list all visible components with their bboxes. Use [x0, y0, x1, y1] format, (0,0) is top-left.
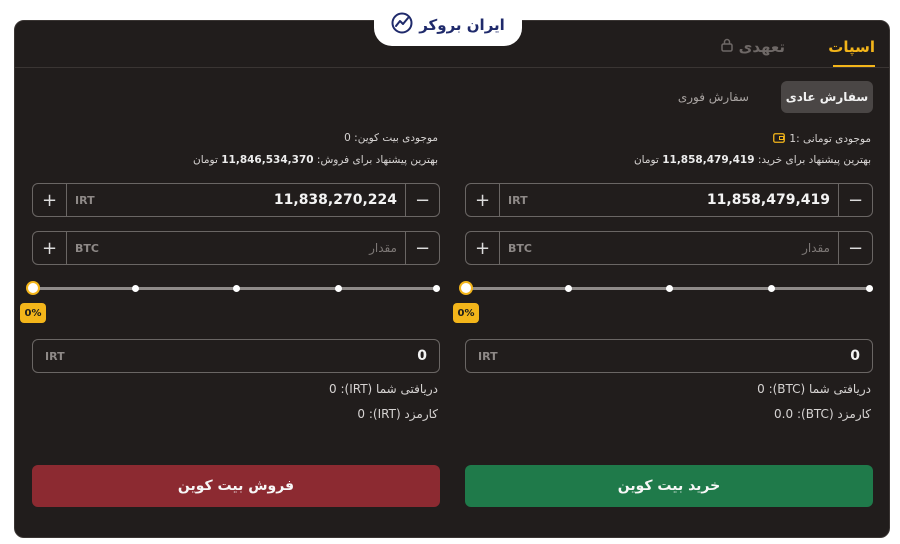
sell-amount-currency: BTC	[75, 241, 99, 255]
buy-slider-percent-badge: 0%	[453, 303, 479, 323]
buy-balance-label: موجودی تومانی :1	[789, 133, 871, 145]
buy-receive-text: دریافتی شما (BTC): 0	[757, 382, 871, 396]
sell-best-offer-value: 11,846,534,370	[221, 154, 314, 166]
sell-slider-step-25[interactable]	[132, 285, 139, 292]
tabs-divider	[15, 67, 889, 68]
sell-percent-slider[interactable]	[26, 278, 440, 298]
sell-slider-step-75[interactable]	[335, 285, 342, 292]
sell-slider-percent-badge: 0%	[20, 303, 46, 323]
buy-slider-step-100[interactable]	[866, 285, 873, 292]
sell-fee-text: کارمزد (IRT): 0	[357, 407, 438, 421]
order-type-instant-button[interactable]: سفارش فوری	[678, 90, 749, 104]
sell-amount-field: + BTC مقدار −	[32, 231, 440, 265]
sell-bitcoin-button[interactable]: فروش بیت کوین	[32, 465, 440, 507]
lock-icon	[720, 38, 733, 56]
buy-total-currency: IRT	[478, 349, 498, 363]
tab-margin[interactable]: تعهدی	[720, 38, 785, 56]
buy-amount-currency: BTC	[508, 241, 532, 255]
sell-price-increment-button[interactable]: +	[33, 184, 67, 216]
sell-amount-input[interactable]: مقدار	[107, 241, 405, 255]
buy-percent-slider[interactable]	[459, 278, 873, 298]
buy-best-offer: بهترین پیشنهاد برای خرید: 11,858,479,419…	[634, 154, 871, 166]
wallet-icon	[773, 132, 786, 146]
brand-name: ایران بروکر	[419, 16, 505, 34]
tab-margin-label: تعهدی	[738, 38, 785, 56]
buy-amount-decrement-button[interactable]: −	[838, 232, 872, 264]
sell-balance: موجودی بیت کوین: 0	[344, 132, 438, 144]
sell-price-currency: IRT	[75, 193, 95, 207]
sell-best-offer-label: بهترین پیشنهاد برای فروش:	[316, 154, 438, 166]
tab-spot[interactable]: اسپات	[828, 38, 875, 56]
buy-slider-step-50[interactable]	[666, 285, 673, 292]
buy-slider-step-75[interactable]	[768, 285, 775, 292]
buy-balance: موجودی تومانی :1	[773, 132, 871, 146]
buy-fee-text: کارمزد (BTC): 0.0	[774, 407, 871, 421]
sell-slider-thumb[interactable]	[26, 281, 40, 295]
trade-panel: اسپات تعهدی سفارش عادی سفارش فوری موجودی…	[14, 20, 890, 538]
sell-price-field: + IRT 11,838,270,224 −	[32, 183, 440, 217]
buy-slider-thumb[interactable]	[459, 281, 473, 295]
buy-amount-increment-button[interactable]: +	[466, 232, 500, 264]
buy-price-increment-button[interactable]: +	[466, 184, 500, 216]
sell-total-currency: IRT	[45, 349, 65, 363]
order-type-normal-button[interactable]: سفارش عادی	[781, 81, 873, 113]
buy-price-decrement-button[interactable]: −	[838, 184, 872, 216]
buy-price-field: + IRT 11,858,479,419 −	[465, 183, 873, 217]
buy-best-offer-unit: تومان	[633, 154, 659, 166]
buy-total-field[interactable]: IRT 0	[465, 339, 873, 373]
brand-logo[interactable]: ایران بروکر	[374, 4, 522, 46]
sell-best-offer-unit: تومان	[192, 154, 218, 166]
sell-slider-step-50[interactable]	[233, 285, 240, 292]
sell-slider-step-100[interactable]	[433, 285, 440, 292]
sell-price-input[interactable]: 11,838,270,224	[107, 192, 405, 208]
buy-slider-step-25[interactable]	[565, 285, 572, 292]
buy-total-value: 0	[850, 348, 860, 364]
sell-price-decrement-button[interactable]: −	[405, 184, 439, 216]
sell-total-value: 0	[417, 348, 427, 364]
buy-amount-input[interactable]: مقدار	[540, 241, 838, 255]
chart-logo-icon	[391, 12, 413, 38]
sell-amount-decrement-button[interactable]: −	[405, 232, 439, 264]
sell-best-offer: بهترین پیشنهاد برای فروش: 11,846,534,370…	[193, 154, 438, 166]
buy-price-input[interactable]: 11,858,479,419	[540, 192, 838, 208]
buy-amount-field: + BTC مقدار −	[465, 231, 873, 265]
sell-total-field[interactable]: IRT 0	[32, 339, 440, 373]
buy-bitcoin-button[interactable]: خرید بیت کوین	[465, 465, 873, 507]
buy-price-currency: IRT	[508, 193, 528, 207]
sell-amount-increment-button[interactable]: +	[33, 232, 67, 264]
sell-receive-text: دریافتی شما (IRT): 0	[329, 382, 438, 396]
buy-best-offer-value: 11,858,479,419	[662, 154, 755, 166]
buy-best-offer-label: بهترین پیشنهاد برای خرید:	[757, 154, 871, 166]
